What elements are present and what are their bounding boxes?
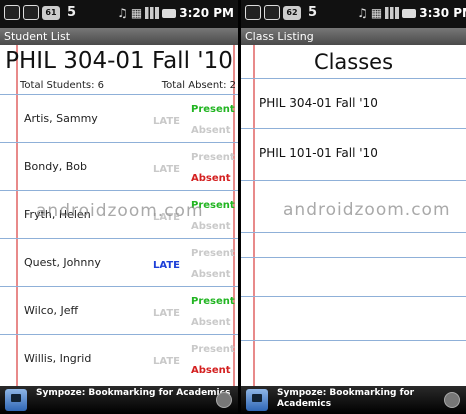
status-time: 3:30 PM: [419, 6, 466, 20]
student-row: Wilco, Jeff LATE Present Absent: [0, 287, 238, 335]
watermark: androidzoom.com: [36, 201, 204, 221]
notebook-margin-line: [253, 45, 255, 386]
class-item[interactable]: PHIL 304-01 Fall '10: [259, 96, 378, 110]
rule-line: [241, 257, 466, 258]
late-toggle[interactable]: LATE: [153, 116, 180, 127]
present-toggle[interactable]: Present: [191, 104, 235, 115]
ad-info-icon[interactable]: [444, 392, 460, 408]
rule-line: [241, 78, 466, 79]
attendance-totals: Total Students: 6 Total Absent: 2: [0, 80, 238, 95]
present-toggle[interactable]: Present: [191, 248, 235, 259]
screenshot-icon: [264, 5, 280, 20]
absent-toggle[interactable]: Absent: [191, 317, 231, 328]
status-time: 3:20 PM: [179, 6, 234, 20]
rule-line: [241, 340, 466, 341]
signal-icon: [385, 7, 400, 19]
student-name: Wilco, Jeff: [24, 304, 79, 317]
battery-icon: [162, 8, 177, 18]
absent-toggle[interactable]: Absent: [191, 365, 231, 376]
sympoze-logo-icon: [5, 389, 27, 411]
network-3g-icon: ▦: [370, 6, 383, 20]
notification-number: 5: [67, 5, 77, 20]
ad-banner[interactable]: Sympoze: Bookmarking for Academics: [0, 386, 238, 414]
rule-line: [241, 128, 466, 129]
student-name: Bondy, Bob: [24, 160, 87, 173]
notification-count-badge: 62: [283, 5, 301, 20]
status-bar: 62 5 ♫ ▦ 3:30 PM: [241, 0, 466, 28]
status-bar: 61 5 ♫ ▦ 3:20 PM: [0, 0, 238, 28]
absent-toggle[interactable]: Absent: [191, 173, 231, 184]
student-list-screen: 61 5 ♫ ▦ 3:20 PM Student List PHIL 304-0…: [0, 0, 238, 414]
course-title: PHIL 304-01 Fall '10: [5, 48, 233, 74]
network-3g-icon: ▦: [130, 6, 143, 20]
usb-icon: [4, 5, 20, 20]
late-toggle[interactable]: LATE: [153, 164, 180, 175]
total-students: Total Students: 6: [20, 80, 105, 91]
ad-banner-text: Sympoze: Bookmarking for Academics: [277, 388, 415, 409]
rule-line: [241, 180, 466, 181]
app-title-bar: Class Listing: [241, 28, 466, 45]
class-item[interactable]: PHIL 101-01 Fall '10: [259, 146, 378, 160]
student-name: Willis, Ingrid: [24, 352, 92, 365]
screenshot-icon: [23, 5, 39, 20]
student-name: Artis, Sammy: [24, 112, 98, 125]
ad-info-icon[interactable]: [216, 392, 232, 408]
battery-icon: [402, 8, 417, 18]
signal-icon: [145, 7, 160, 19]
late-toggle[interactable]: LATE: [153, 308, 180, 319]
absent-toggle[interactable]: Absent: [191, 125, 231, 136]
absent-toggle[interactable]: Absent: [191, 221, 231, 232]
classes-heading: Classes: [313, 50, 394, 74]
present-toggle[interactable]: Present: [191, 296, 235, 307]
present-toggle[interactable]: Present: [191, 152, 235, 163]
student-row: Quest, Johnny LATE Present Absent: [0, 239, 238, 287]
sympoze-logo-icon: [246, 389, 268, 411]
student-row: Willis, Ingrid LATE Present Absent: [0, 335, 238, 386]
vibrate-icon: ♫: [117, 6, 128, 20]
student-row: Artis, Sammy LATE Present Absent: [0, 95, 238, 143]
ad-banner-text: Sympoze: Bookmarking for Academics: [36, 388, 231, 398]
total-absent: Total Absent: 2: [161, 80, 236, 91]
student-row: Bondy, Bob LATE Present Absent: [0, 143, 238, 191]
student-name: Quest, Johnny: [24, 256, 101, 269]
watermark: androidzoom.com: [283, 200, 451, 220]
notification-number: 5: [308, 5, 318, 20]
late-toggle[interactable]: LATE: [153, 356, 180, 367]
ad-banner[interactable]: Sympoze: Bookmarking for Academics: [241, 386, 466, 414]
notification-count-badge: 61: [42, 5, 60, 20]
present-toggle[interactable]: Present: [191, 344, 235, 355]
late-toggle[interactable]: LATE: [153, 260, 180, 271]
app-title-bar: Student List: [0, 28, 238, 45]
rule-line: [241, 296, 466, 297]
rule-line: [241, 232, 466, 233]
class-listing-screen: 62 5 ♫ ▦ 3:30 PM Class Listing Classes P…: [241, 0, 466, 414]
usb-icon: [245, 5, 261, 20]
absent-toggle[interactable]: Absent: [191, 269, 231, 280]
vibrate-icon: ♫: [357, 6, 368, 20]
